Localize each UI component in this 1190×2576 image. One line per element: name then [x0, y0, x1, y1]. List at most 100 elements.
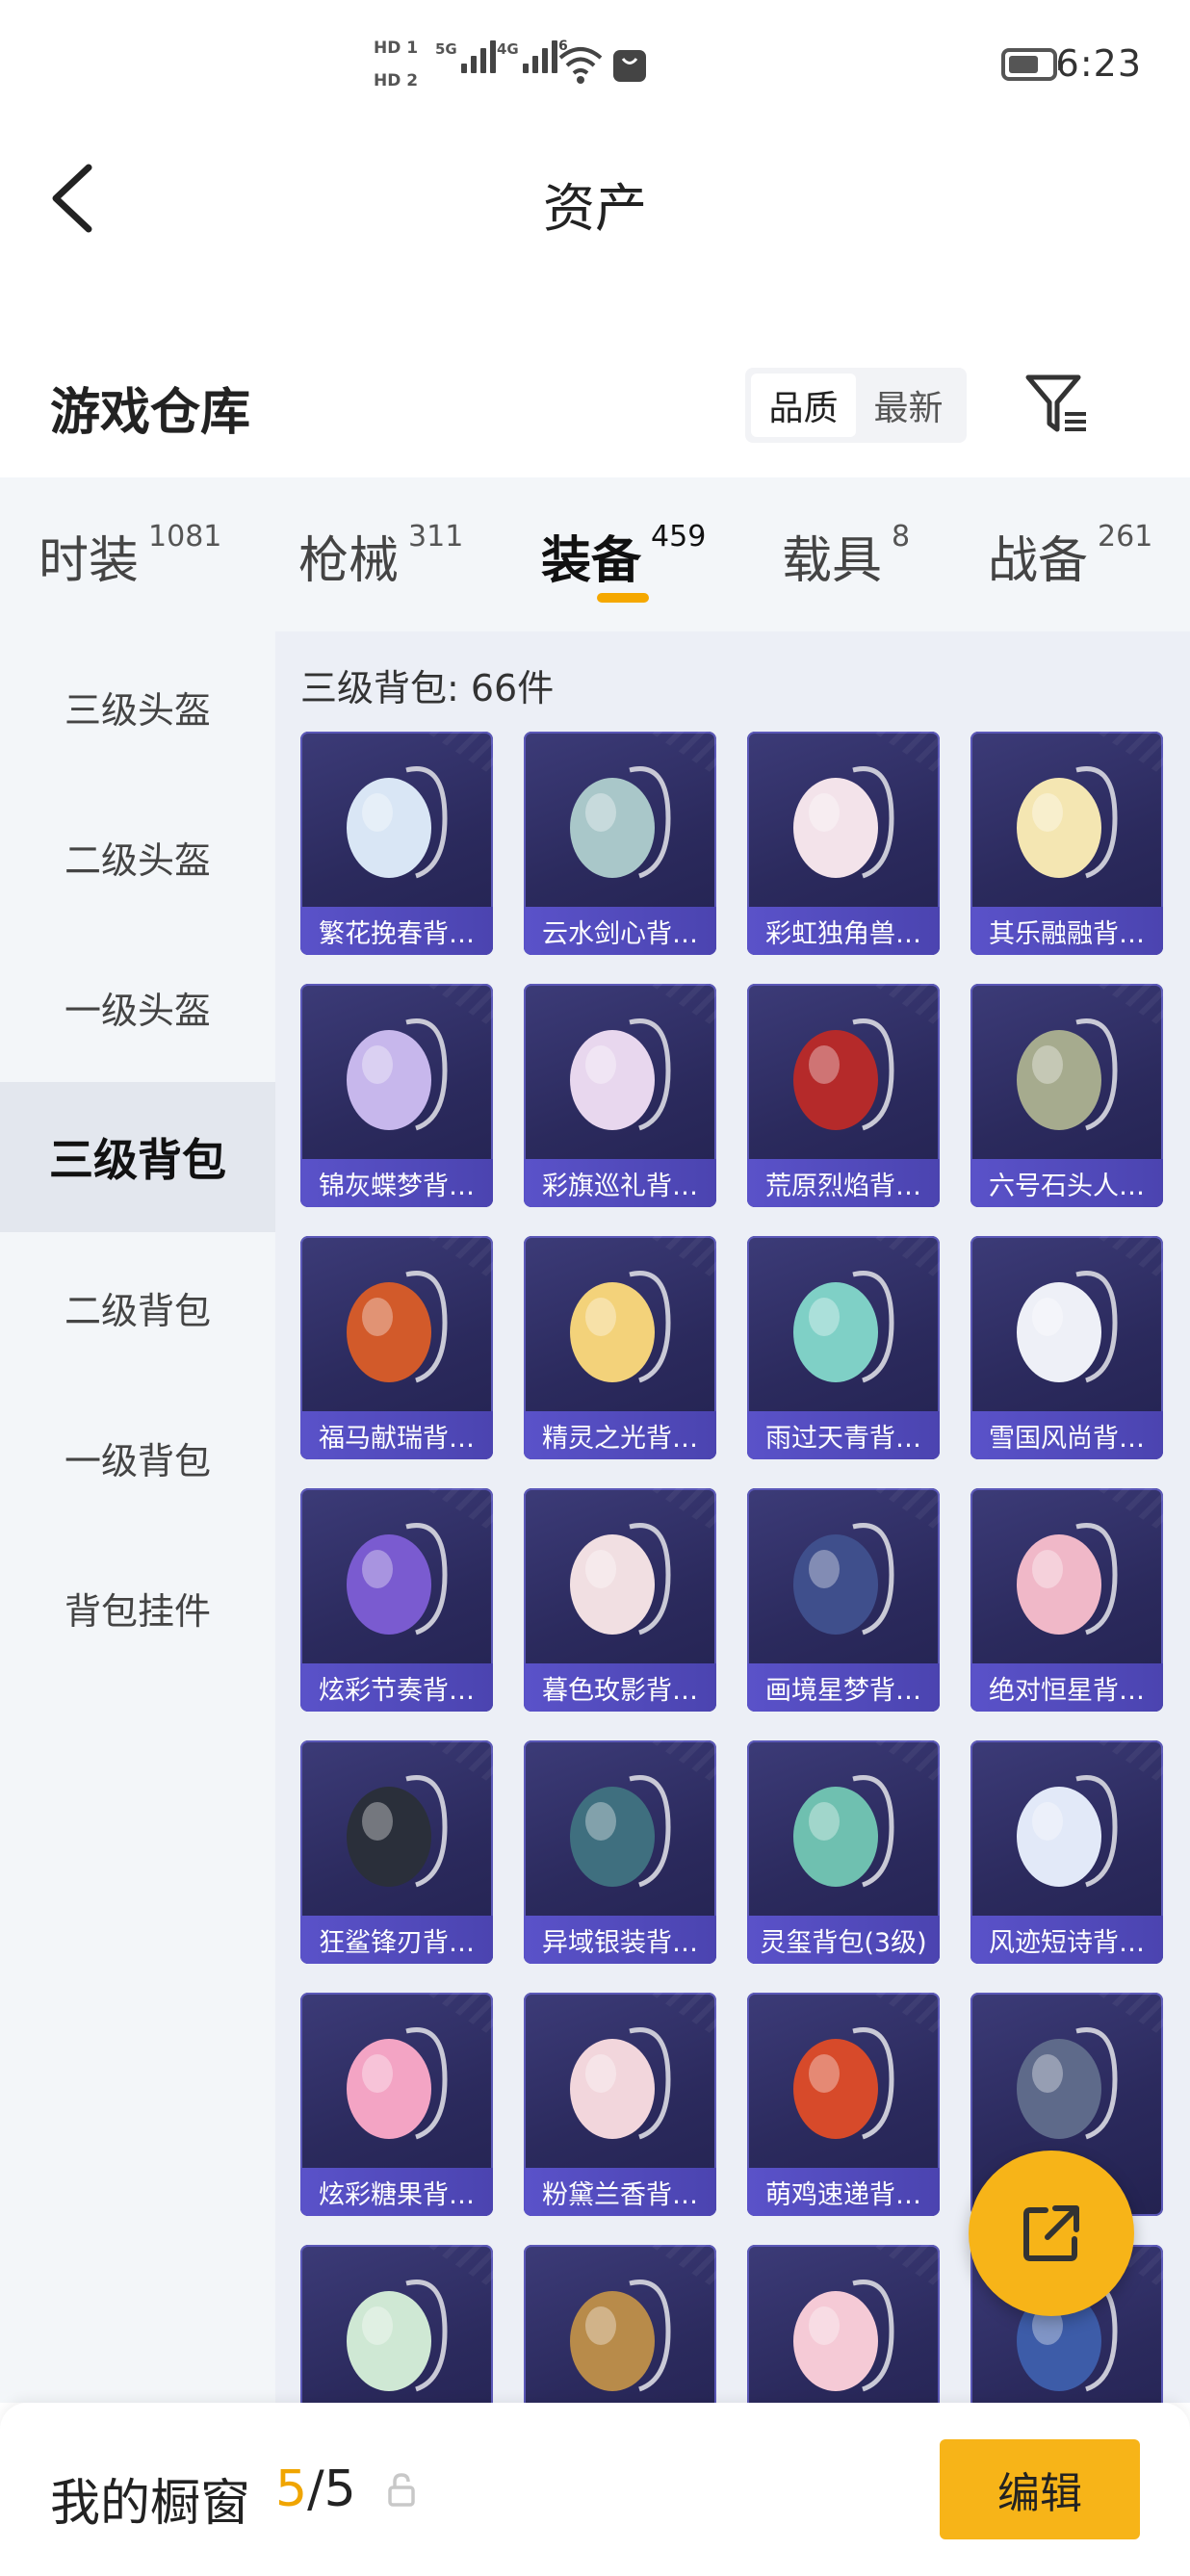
backpack-image	[347, 1775, 448, 1888]
item-name: 精灵之光背…	[524, 1411, 716, 1459]
backpack-image	[570, 2280, 671, 2392]
tab-fashion[interactable]: 时装 1081	[39, 520, 221, 592]
tab-supplies[interactable]: 战备 261	[988, 520, 1152, 592]
item-name: 炫彩节奏背…	[300, 1663, 493, 1712]
item-name-text: 荒原烈焰背…	[765, 1171, 921, 1201]
item-name: 画境星梦背…	[747, 1663, 940, 1712]
filter-icon[interactable]	[1022, 370, 1092, 439]
item-name: 荒原烈焰背…	[747, 1159, 940, 1207]
item-card[interactable]: 暮色玫影背…	[524, 1488, 716, 1712]
showcase-label: 我的橱窗	[50, 2475, 251, 2533]
item-name: 异域银装背…	[524, 1916, 716, 1964]
external-link-icon	[1023, 2205, 1079, 2261]
sidebar-item-level2-helmet[interactable]: 二级头盔	[0, 782, 275, 932]
shopping-bag-icon	[613, 50, 646, 82]
sidebar-item-level2-backpack[interactable]: 二级背包	[0, 1232, 275, 1382]
sidebar-item-level3-backpack[interactable]: 三级背包	[0, 1082, 275, 1232]
sim1-label: HD 1	[374, 39, 419, 58]
warehouse-title: 游戏仓库	[50, 384, 251, 442]
showcase-bar: 我的橱窗 5/5 编辑	[0, 2403, 1190, 2576]
item-card[interactable]: 云水剑心背…	[524, 732, 716, 955]
item-card[interactable]: 其乐融融背…	[970, 732, 1163, 955]
item-card[interactable]: 风迹短诗背…	[970, 1740, 1163, 1964]
edit-button[interactable]: 编辑	[940, 2439, 1140, 2539]
item-card[interactable]	[300, 2245, 493, 2403]
item-card[interactable]: 萌鸡速递背…	[747, 1993, 940, 2216]
item-card[interactable]: 彩虹独角兽…	[747, 732, 940, 955]
item-name-text: 精灵之光背…	[542, 1423, 698, 1454]
item-name: 彩虹独角兽…	[747, 907, 940, 955]
tab-count: 1081	[148, 520, 222, 554]
backpack-image	[1017, 1523, 1118, 1636]
item-card[interactable]: 锦灰蝶梦背…	[300, 984, 493, 1207]
item-name-text: 锦灰蝶梦背…	[319, 1171, 475, 1201]
item-card[interactable]: 画境星梦背…	[747, 1488, 940, 1712]
backpack-image	[1017, 1018, 1118, 1131]
showcase-current: 5	[275, 2460, 308, 2518]
item-name-text: 画境星梦背…	[765, 1675, 921, 1706]
item-card[interactable]: 雨过天青背…	[747, 1236, 940, 1459]
signal-4g-icon: 4G	[497, 40, 557, 73]
item-name: 狂鲨锋刃背…	[300, 1916, 493, 1964]
sidebar-item-backpack-charm[interactable]: 背包挂件	[0, 1533, 275, 1683]
item-card[interactable]: 灵玺背包(3级)	[747, 1740, 940, 1964]
item-card[interactable]: 六号石头人…	[970, 984, 1163, 1207]
sidebar-item-level1-helmet[interactable]: 一级头盔	[0, 932, 275, 1082]
tab-count: 459	[651, 520, 707, 554]
backpack-image	[570, 766, 671, 879]
item-name: 风迹短诗背…	[970, 1916, 1163, 1964]
tab-count: 261	[1098, 520, 1153, 554]
item-name-text: 雪国风尚背…	[989, 1423, 1145, 1454]
tab-vehicles[interactable]: 载具 8	[782, 520, 910, 592]
item-list-panel: 三级背包: 66件 繁花挽春背… 云水剑心背… 彩虹独角兽… 其乐融融背… 锦灰蝶梦背……	[275, 631, 1190, 2403]
backpack-image	[1017, 2027, 1118, 2140]
sort-quality-option[interactable]: 品质	[751, 374, 856, 437]
item-card[interactable]: 异域银装背…	[524, 1740, 716, 1964]
item-card[interactable]: 福马献瑞背…	[300, 1236, 493, 1459]
item-name: 云水剑心背…	[524, 907, 716, 955]
item-name-text: 炫彩节奏背…	[319, 1675, 475, 1706]
item-card[interactable]	[524, 2245, 716, 2403]
backpack-image	[793, 1018, 894, 1131]
item-name-text: 粉黛兰香背…	[542, 2179, 698, 2210]
tab-equipment[interactable]: 装备 459	[541, 520, 706, 592]
item-name-text: 其乐融融背…	[989, 918, 1145, 949]
item-card[interactable]: 狂鲨锋刃背…	[300, 1740, 493, 1964]
item-name: 福马献瑞背…	[300, 1411, 493, 1459]
battery-icon	[1001, 48, 1063, 81]
tab-firearms[interactable]: 枪械 311	[298, 520, 463, 592]
backpack-image	[793, 2027, 894, 2140]
item-card[interactable]	[747, 2245, 940, 2403]
item-name: 绝对恒星背…	[970, 1663, 1163, 1712]
item-name-text: 云水剑心背…	[542, 918, 698, 949]
backpack-image	[347, 766, 448, 879]
item-card[interactable]: 雪国风尚背…	[970, 1236, 1163, 1459]
item-card[interactable]: 粉黛兰香背…	[524, 1993, 716, 2216]
backpack-image	[347, 2280, 448, 2392]
sort-newest-option[interactable]: 最新	[856, 374, 961, 437]
item-name-text: 萌鸡速递背…	[765, 2179, 921, 2210]
sidebar: 三级头盔 二级头盔 一级头盔 三级背包 二级背包 一级背包 背包挂件	[0, 631, 275, 2403]
backpack-image	[347, 1018, 448, 1131]
backpack-image	[793, 1523, 894, 1636]
item-name-text: 炫彩糖果背…	[319, 2179, 475, 2210]
item-name: 锦灰蝶梦背…	[300, 1159, 493, 1207]
item-card[interactable]: 精灵之光背…	[524, 1236, 716, 1459]
sidebar-item-level1-backpack[interactable]: 一级背包	[0, 1382, 275, 1533]
item-card[interactable]: 炫彩节奏背…	[300, 1488, 493, 1712]
tab-count: 8	[892, 520, 911, 554]
share-button[interactable]	[969, 2151, 1134, 2316]
item-name: 雨过天青背…	[747, 1411, 940, 1459]
item-card[interactable]: 炫彩糖果背…	[300, 1993, 493, 2216]
item-card[interactable]: 彩旗巡礼背…	[524, 984, 716, 1207]
backpack-image	[793, 2280, 894, 2392]
item-name: 暮色玫影背…	[524, 1663, 716, 1712]
item-card[interactable]: 绝对恒星背…	[970, 1488, 1163, 1712]
item-name: 萌鸡速递背…	[747, 2168, 940, 2216]
item-card[interactable]: 繁花挽春背…	[300, 732, 493, 955]
item-card[interactable]: 荒原烈焰背…	[747, 984, 940, 1207]
sidebar-item-level3-helmet[interactable]: 三级头盔	[0, 631, 275, 782]
item-name-text: 异域银装背…	[542, 1927, 698, 1958]
tab-label: 载具	[782, 532, 883, 590]
item-name-text: 风迹短诗背…	[989, 1927, 1145, 1958]
